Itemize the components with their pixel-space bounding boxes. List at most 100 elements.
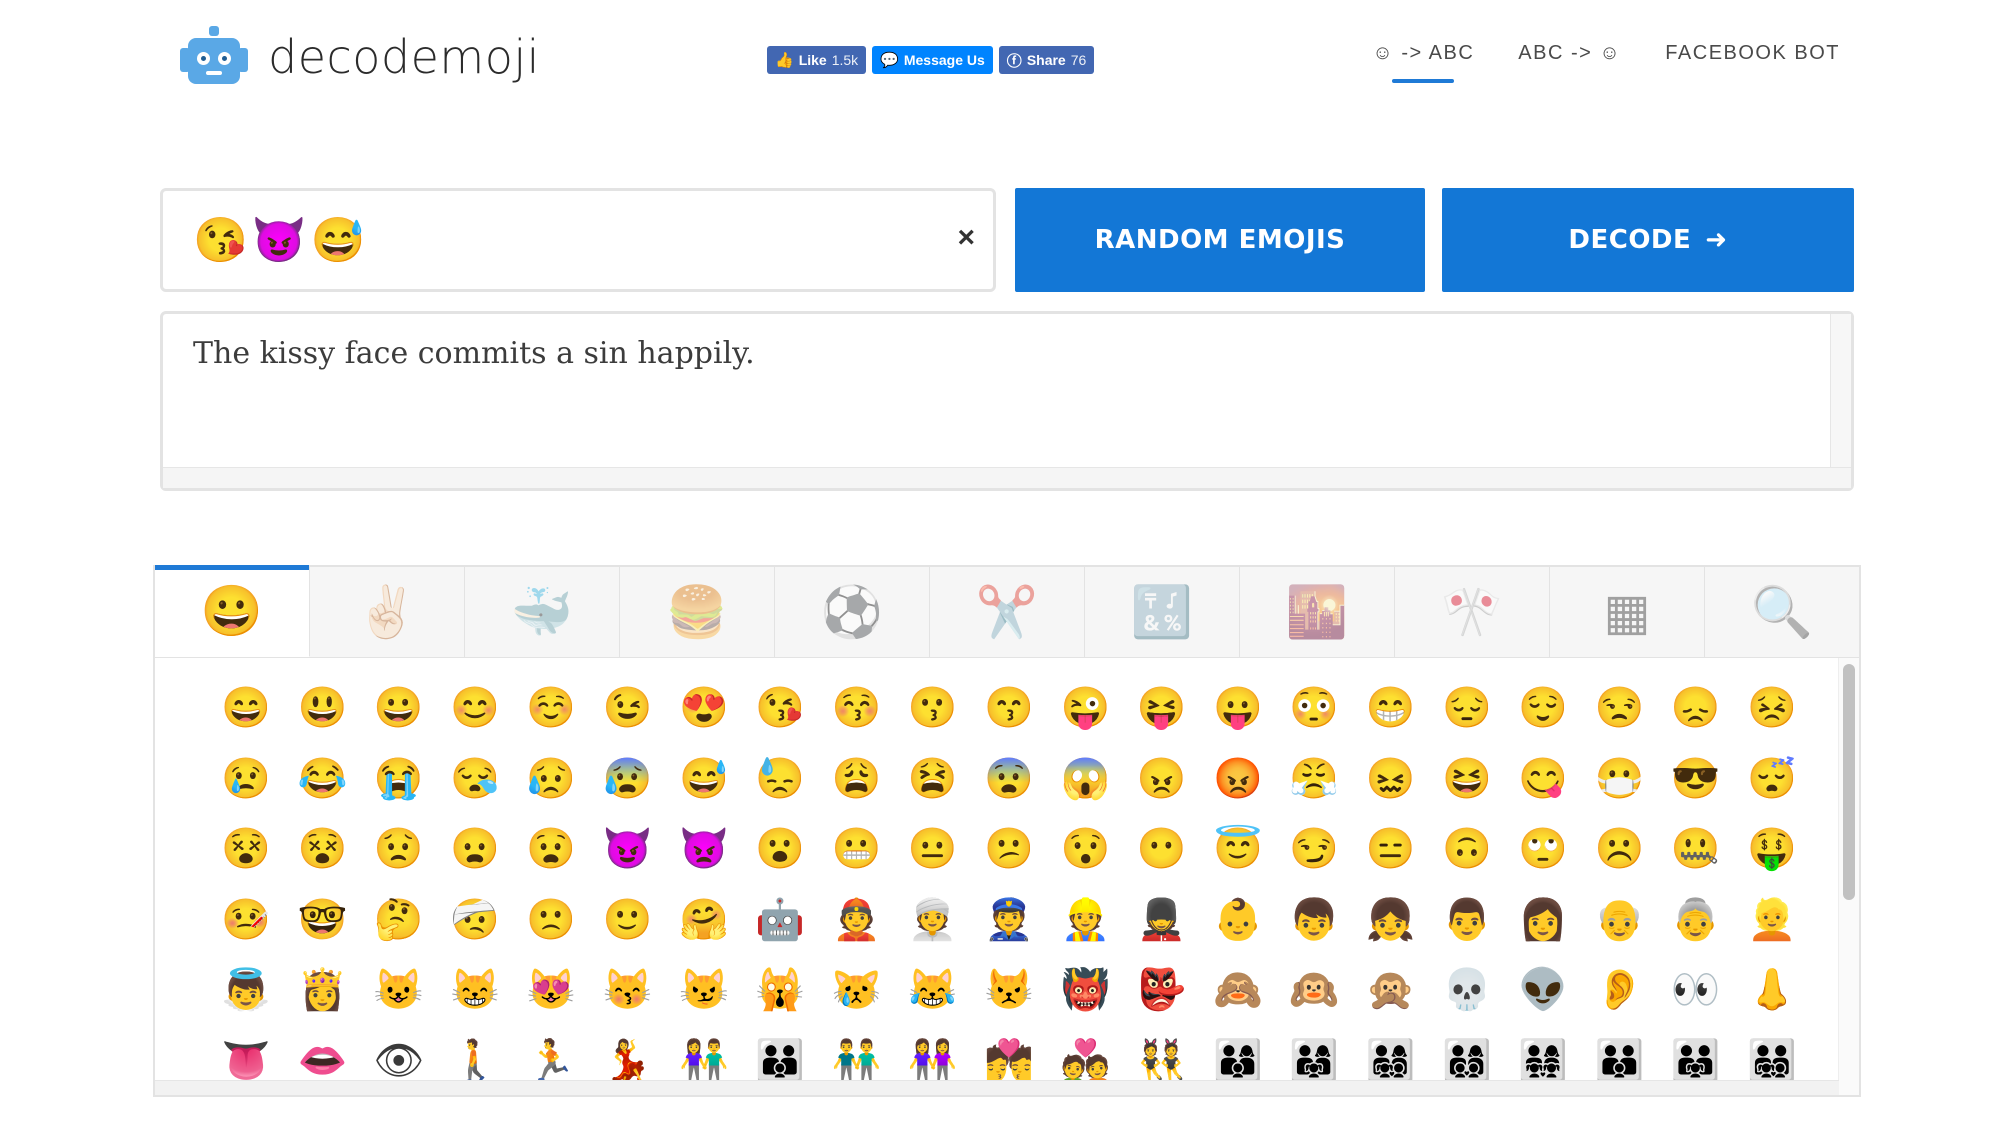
emoji-cell[interactable]: 👃 xyxy=(1734,955,1810,1026)
emoji-cell[interactable]: 😐 xyxy=(895,814,971,885)
emoji-cell[interactable]: 😴 xyxy=(1734,744,1810,815)
emoji-cell[interactable]: 👸 xyxy=(284,955,360,1026)
emoji-cell[interactable]: 👼 xyxy=(208,955,284,1026)
emoji-cell[interactable]: 🙊 xyxy=(1352,955,1428,1026)
emoji-cell[interactable]: 🤒 xyxy=(208,885,284,956)
tab-flags[interactable]: 🎌 xyxy=(1395,567,1550,657)
tab-food[interactable]: 🍔 xyxy=(620,567,775,657)
emoji-cell[interactable]: 👹 xyxy=(1047,955,1123,1026)
emoji-cell[interactable]: 😂 xyxy=(284,744,360,815)
emoji-cell[interactable]: 😺 xyxy=(361,955,437,1026)
emoji-cell[interactable]: 😏 xyxy=(1276,814,1352,885)
emoji-cell[interactable]: 💀 xyxy=(1429,955,1505,1026)
emoji-cell[interactable]: 👺 xyxy=(1124,955,1200,1026)
emoji-cell[interactable]: 😕 xyxy=(971,814,1047,885)
emoji-cell[interactable]: 😦 xyxy=(437,814,513,885)
emoji-cell[interactable]: 😩 xyxy=(818,744,894,815)
emoji-cell[interactable]: 😆 xyxy=(1429,744,1505,815)
emoji-cell[interactable]: 😓 xyxy=(742,744,818,815)
emoji-cell[interactable]: 😊 xyxy=(437,673,513,744)
emoji-cell[interactable]: 😔 xyxy=(1429,673,1505,744)
logo[interactable]: decodemoji xyxy=(180,26,540,88)
emoji-cell[interactable]: 😤 xyxy=(1276,744,1352,815)
emoji-cell[interactable]: 😭 xyxy=(361,744,437,815)
emoji-cell[interactable]: 👶 xyxy=(1200,885,1276,956)
nav-emoji-to-text[interactable]: ☺ -> ABC xyxy=(1372,42,1474,83)
nav-facebook-bot[interactable]: FACEBOOK BOT xyxy=(1665,42,1840,83)
emoji-cell[interactable]: 😑 xyxy=(1352,814,1428,885)
decode-button[interactable]: DECODE ➜ xyxy=(1442,188,1854,292)
picker-scroll-track[interactable] xyxy=(1838,658,1859,1095)
emoji-cell[interactable]: 😛 xyxy=(1200,673,1276,744)
emoji-cell[interactable]: 👵 xyxy=(1658,885,1734,956)
emoji-cell[interactable]: 🙀 xyxy=(742,955,818,1026)
picker-horizontal-scrollbar[interactable] xyxy=(155,1080,1839,1095)
emoji-cell[interactable]: 😵 xyxy=(208,814,284,885)
message-us-button[interactable]: 💬 Message Us xyxy=(872,46,993,74)
emoji-cell[interactable]: 😬 xyxy=(818,814,894,885)
tab-search[interactable]: 🔍 xyxy=(1705,567,1859,657)
emoji-cell[interactable]: 😥 xyxy=(513,744,589,815)
emoji-cell[interactable]: ☹️ xyxy=(1581,814,1657,885)
emoji-cell[interactable]: 😹 xyxy=(895,955,971,1026)
emoji-cell[interactable]: 🤐 xyxy=(1658,814,1734,885)
emoji-cell[interactable]: 😧 xyxy=(513,814,589,885)
emoji-input-field[interactable]: 😘😈😅 × xyxy=(160,188,996,292)
emoji-cell[interactable]: 😉 xyxy=(589,673,665,744)
emoji-cell[interactable]: 😣 xyxy=(1734,673,1810,744)
tab-recent[interactable]: ▦ xyxy=(1550,567,1705,657)
clear-icon[interactable]: × xyxy=(957,221,975,255)
facebook-share-button[interactable]: ⓕ Share 76 xyxy=(998,46,1095,74)
tab-smileys[interactable]: 😀 xyxy=(155,565,310,657)
emoji-cell[interactable]: 🙂 xyxy=(589,885,665,956)
emoji-cell[interactable]: 😋 xyxy=(1505,744,1581,815)
emoji-cell[interactable]: 😽 xyxy=(589,955,665,1026)
emoji-cell[interactable]: 😢 xyxy=(208,744,284,815)
emoji-cell[interactable]: 👧 xyxy=(1352,885,1428,956)
emoji-cell[interactable]: 👷 xyxy=(1047,885,1123,956)
emoji-cell[interactable]: 😝 xyxy=(1124,673,1200,744)
emoji-cell[interactable]: 😄 xyxy=(208,673,284,744)
tab-people[interactable]: ✌🏻 xyxy=(310,567,465,657)
emoji-cell[interactable]: 😙 xyxy=(971,673,1047,744)
emoji-cell[interactable]: 😅 xyxy=(666,744,742,815)
emoji-cell[interactable]: 😗 xyxy=(895,673,971,744)
tab-activity[interactable]: ⚽ xyxy=(775,567,930,657)
emoji-cell[interactable]: 😃 xyxy=(284,673,360,744)
emoji-cell[interactable]: 😼 xyxy=(666,955,742,1026)
emoji-cell[interactable]: 🤕 xyxy=(437,885,513,956)
emoji-cell[interactable]: 😘 xyxy=(742,673,818,744)
emoji-cell[interactable]: 👂 xyxy=(1581,955,1657,1026)
emoji-cell[interactable]: 👲 xyxy=(818,885,894,956)
nav-text-to-emoji[interactable]: ABC -> ☺ xyxy=(1518,42,1621,83)
emoji-cell[interactable]: 😨 xyxy=(971,744,1047,815)
emoji-cell[interactable]: ☺️ xyxy=(513,673,589,744)
output-vertical-scrollbar[interactable] xyxy=(1830,314,1851,468)
tab-objects[interactable]: ✂️ xyxy=(930,567,1085,657)
emoji-cell[interactable]: 🙉 xyxy=(1276,955,1352,1026)
emoji-cell[interactable]: 😶 xyxy=(1124,814,1200,885)
emoji-cell[interactable]: 🙃 xyxy=(1429,814,1505,885)
emoji-cell[interactable]: 😀 xyxy=(361,673,437,744)
emoji-cell[interactable]: 🤑 xyxy=(1734,814,1810,885)
emoji-cell[interactable]: 😪 xyxy=(437,744,513,815)
emoji-cell[interactable]: 😠 xyxy=(1124,744,1200,815)
emoji-cell[interactable]: 🤓 xyxy=(284,885,360,956)
emoji-cell[interactable]: 😇 xyxy=(1200,814,1276,885)
emoji-cell[interactable]: 💂 xyxy=(1124,885,1200,956)
emoji-cell[interactable]: 🙄 xyxy=(1505,814,1581,885)
emoji-cell[interactable]: 😫 xyxy=(895,744,971,815)
emoji-cell[interactable]: 👨 xyxy=(1429,885,1505,956)
emoji-cell[interactable]: 😱 xyxy=(1047,744,1123,815)
emoji-cell[interactable]: 😸 xyxy=(437,955,513,1026)
emoji-cell[interactable]: 🙁 xyxy=(513,885,589,956)
tab-places[interactable]: 🌇 xyxy=(1240,567,1395,657)
picker-scrollbar-thumb[interactable] xyxy=(1843,664,1855,900)
emoji-cell[interactable]: 👴 xyxy=(1581,885,1657,956)
emoji-cell[interactable]: 👀 xyxy=(1658,955,1734,1026)
emoji-cell[interactable]: 😻 xyxy=(513,955,589,1026)
emoji-cell[interactable]: 🙈 xyxy=(1200,955,1276,1026)
emoji-cell[interactable]: 🤔 xyxy=(361,885,437,956)
emoji-cell[interactable]: 😈 xyxy=(589,814,665,885)
emoji-cell[interactable]: 😟 xyxy=(361,814,437,885)
